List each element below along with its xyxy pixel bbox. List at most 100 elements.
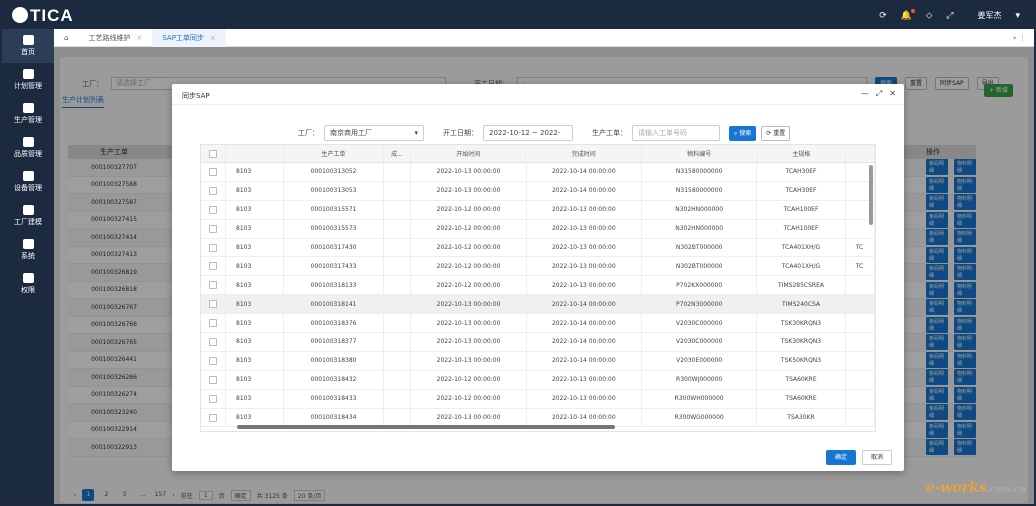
sidebar-item[interactable]: 首页 xyxy=(2,29,54,63)
maximize-icon[interactable]: ⤢ xyxy=(876,89,882,99)
minimize-icon[interactable]: — xyxy=(861,89,869,99)
table-row[interactable]: 8103 000100317433 2022-10-12 00:00:00 2022-… xyxy=(201,257,875,277)
table-cell: V2030E000000 xyxy=(642,351,758,370)
table-cell: 2022-10-14 00:00:00 xyxy=(527,181,642,200)
dialog-reset-button[interactable]: ⟳ 重置 xyxy=(761,125,791,141)
factory-select[interactable]: 南京商用工厂 ▾ xyxy=(324,125,424,141)
table-row[interactable]: 8103 000100315573 2022-10-12 00:00:00 2022-… xyxy=(201,219,875,239)
row-checkbox[interactable] xyxy=(209,186,217,195)
row-checkbox-cell[interactable] xyxy=(201,219,227,238)
sidebar-item-label: 系统 xyxy=(21,252,35,260)
row-checkbox[interactable] xyxy=(209,281,217,290)
row-checkbox-cell[interactable] xyxy=(201,314,227,333)
row-checkbox[interactable] xyxy=(209,375,217,384)
table-cell: 000100313053 xyxy=(284,181,385,200)
table-row[interactable]: 8103 000100318141 2022-10-13 00:00:00 2022-… xyxy=(201,295,875,315)
gear-icon xyxy=(22,239,34,249)
row-checkbox-cell[interactable] xyxy=(201,200,227,219)
table-row[interactable]: 8103 000100318377 2022-10-13 00:00:00 2022-… xyxy=(201,333,875,352)
row-checkbox-cell[interactable] xyxy=(201,408,227,427)
table-row[interactable]: 8103 000100318376 2022-10-13 00:00:00 2022-… xyxy=(201,314,875,334)
row-checkbox[interactable] xyxy=(209,394,217,403)
sidebar-item[interactable]: 品质管理 xyxy=(2,131,54,165)
sidebar-item[interactable]: 工厂建模 xyxy=(2,199,54,233)
select-all-checkbox[interactable] xyxy=(201,145,227,162)
chevron-down-icon[interactable]: ▾ xyxy=(1015,11,1020,21)
table-cell xyxy=(384,200,412,219)
table-row[interactable]: 8103 000100315571 2022-10-12 00:00:00 2022-… xyxy=(201,200,875,220)
row-checkbox[interactable] xyxy=(209,413,217,422)
table-row[interactable]: 8103 000100313053 2022-10-13 00:00:00 2022-… xyxy=(201,181,875,201)
table-cell xyxy=(846,314,875,333)
sidebar-item[interactable]: 权限 xyxy=(2,267,54,301)
row-checkbox[interactable] xyxy=(209,224,217,233)
sidebar-item[interactable]: 设备管理 xyxy=(2,165,54,199)
sap-order-table: 生产工单 成... 开始时间 完成时间 物料编号 主规格 8103 000100313052… xyxy=(200,144,876,432)
more-tabs-icon[interactable]: » ⋮ xyxy=(1012,34,1034,42)
table-cell xyxy=(384,276,412,295)
app-frame: TICA ⟳ 🔔 ⬦ ⤢ 姜军杰 ▾ 首页 计划管理 生产管理 品质管理 设备管理 工厂建… xyxy=(0,0,1036,506)
table-cell: 8103 xyxy=(226,408,285,427)
horizontal-scrollbar[interactable] xyxy=(237,425,615,429)
row-checkbox[interactable] xyxy=(209,205,217,214)
confirm-button[interactable]: 确定 xyxy=(825,450,856,465)
row-checkbox-cell[interactable] xyxy=(201,295,227,314)
table-row[interactable]: 8103 000100318433 2022-10-12 00:00:00 2022-… xyxy=(201,389,875,409)
order-input[interactable]: 请输入工单号码 xyxy=(632,125,720,141)
vertical-scrollbar[interactable] xyxy=(869,165,873,225)
tab-routing[interactable]: 工艺路线维护 × xyxy=(78,29,152,47)
row-checkbox-cell[interactable] xyxy=(201,276,227,295)
sidebar-item[interactable]: 系统 xyxy=(2,233,54,267)
sync-sap-dialog: 同步SAP — ⤢ ✕ 工厂： 南京商用工厂 ▾ 开工日期： 2022-10-12… xyxy=(172,84,904,471)
row-checkbox[interactable] xyxy=(209,319,217,328)
table-cell: N302BT000000 xyxy=(642,238,758,257)
home-tab-icon[interactable]: ⌂ xyxy=(54,29,78,47)
fullscreen-icon[interactable]: ⤢ xyxy=(946,11,953,21)
row-checkbox-cell[interactable] xyxy=(201,257,227,276)
row-checkbox-cell[interactable] xyxy=(201,163,227,181)
row-checkbox[interactable] xyxy=(209,300,217,309)
bell-icon[interactable]: 🔔 xyxy=(901,8,915,21)
table-row[interactable]: 8103 000100313052 2022-10-13 00:00:00 2022-… xyxy=(201,163,875,182)
table-cell: 8103 xyxy=(226,181,285,200)
table-cell: 000100315571 xyxy=(284,200,385,219)
table-cell xyxy=(384,257,412,276)
row-checkbox[interactable] xyxy=(209,243,217,252)
table-cell xyxy=(846,333,875,351)
tab-sap-sync[interactable]: SAP工单同步 × xyxy=(152,28,226,47)
row-checkbox-cell[interactable] xyxy=(201,181,227,200)
checkbox[interactable] xyxy=(209,149,218,158)
row-checkbox[interactable] xyxy=(209,356,217,365)
cancel-button[interactable]: 取消 xyxy=(861,450,892,465)
row-checkbox[interactable] xyxy=(209,262,217,271)
row-checkbox-cell[interactable] xyxy=(201,351,227,370)
row-checkbox-cell[interactable] xyxy=(201,333,227,351)
sidebar-item[interactable]: 生产管理 xyxy=(2,97,54,131)
layers-icon xyxy=(22,69,34,79)
sidebar-item-label: 生产管理 xyxy=(14,116,42,124)
user-name[interactable]: 姜军杰 xyxy=(977,10,1001,21)
table-cell: 2022-10-12 00:00:00 xyxy=(411,257,527,276)
row-checkbox-cell[interactable] xyxy=(201,238,227,257)
row-checkbox[interactable] xyxy=(209,337,217,346)
table-row[interactable]: 8103 000100318432 2022-10-12 00:00:00 2022-… xyxy=(201,370,875,390)
date-range-input[interactable]: 2022-10-12 ~ 2022-10-13 xyxy=(483,125,573,151)
row-checkbox-cell[interactable] xyxy=(201,389,227,408)
row-checkbox[interactable] xyxy=(209,167,217,176)
table-cell: 2022-10-13 00:00:00 xyxy=(527,200,642,219)
table-row[interactable]: 8103 000100318133 2022-10-12 00:00:00 2022-… xyxy=(201,276,875,296)
table-row[interactable]: 8103 000100317430 2022-10-12 00:00:00 2022-… xyxy=(201,238,875,258)
dialog-search-button[interactable]: ⌕ 搜索 xyxy=(729,125,757,141)
column-header xyxy=(226,145,284,162)
row-checkbox-cell[interactable] xyxy=(201,370,227,389)
refresh-icon[interactable]: ⟳ xyxy=(879,11,887,21)
table-cell: 2022-10-13 00:00:00 xyxy=(411,181,527,200)
tag-icon[interactable]: ⬦ xyxy=(926,11,932,21)
table-cell xyxy=(846,295,875,314)
table-row[interactable]: 8103 000100318380 2022-10-13 00:00:00 2022-… xyxy=(201,351,875,371)
close-icon[interactable]: × xyxy=(210,34,216,42)
table-cell xyxy=(846,276,875,295)
close-icon[interactable]: × xyxy=(136,34,142,42)
sidebar-item[interactable]: 计划管理 xyxy=(2,63,54,97)
close-icon[interactable]: ✕ xyxy=(889,89,896,99)
